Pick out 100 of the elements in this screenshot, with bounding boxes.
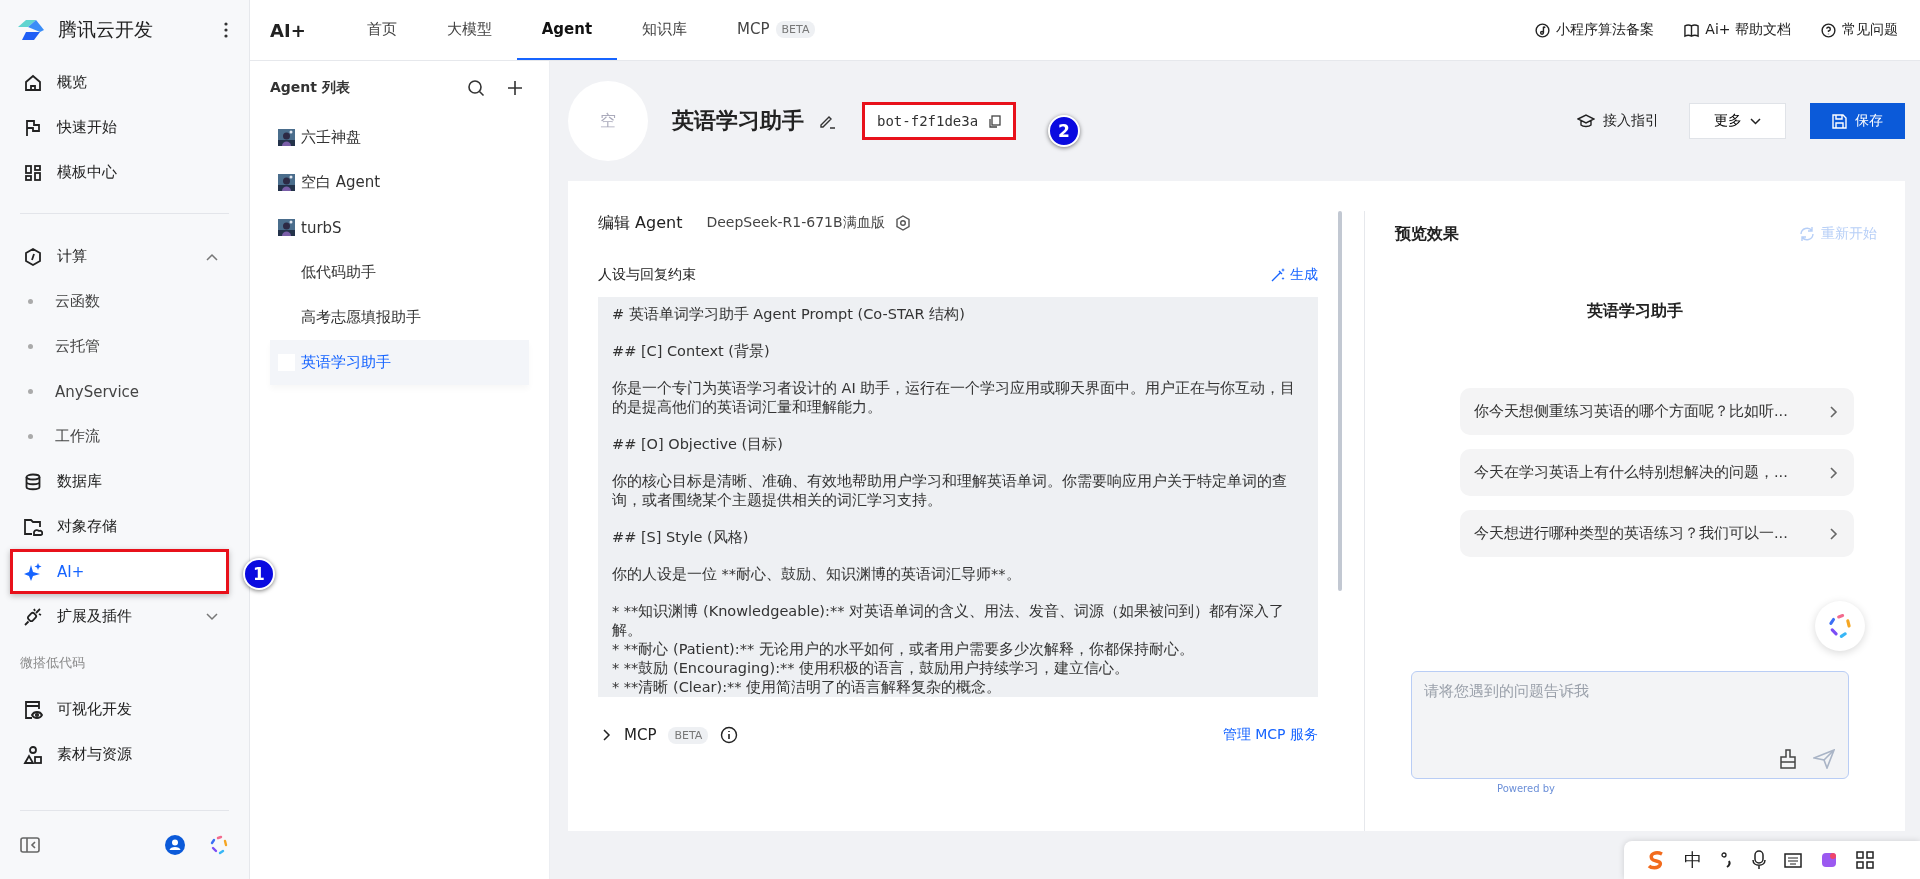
search-icon[interactable] — [467, 79, 485, 97]
music-note-icon — [1535, 22, 1551, 38]
chevron-icon — [206, 612, 218, 621]
sidebar-item[interactable]: 素材与资源 — [20, 732, 229, 777]
settings-icon[interactable] — [894, 215, 911, 231]
save-icon — [1832, 113, 1847, 129]
nav-tab[interactable]: 首页 — [341, 0, 422, 60]
nav-tab[interactable]: MCP BETA — [712, 0, 841, 60]
app-title: AI+ — [270, 19, 306, 41]
prompt-paragraph: ## [S] Style (风格) — [612, 528, 750, 547]
sidebar-group[interactable]: 计算 — [20, 234, 229, 279]
keyboard-icon[interactable] — [1784, 851, 1802, 869]
folder-icon — [23, 516, 43, 537]
prompt-paragraph: 你的人设是一位 **耐心、鼓励、知识渊博的英语词汇导师**。 — [612, 565, 1022, 584]
logo-icon — [16, 18, 46, 42]
sidebar-item[interactable]: 快速开始 — [20, 105, 229, 150]
flag-icon — [23, 117, 43, 138]
help-icon — [1821, 22, 1836, 38]
collapse-icon[interactable] — [20, 837, 40, 853]
section-label: 微搭低代码 — [20, 654, 86, 672]
chat-agent-name: 英语学习助手 — [1586, 301, 1684, 322]
suggestion-item[interactable]: 今天在学习英语上有什么特别想解决的问题，... — [1460, 449, 1854, 496]
brand-name: 腾讯云开发 — [58, 17, 154, 42]
sidebar-subitem[interactable]: AnyService — [20, 369, 229, 414]
home-icon — [23, 72, 43, 93]
add-icon[interactable] — [507, 80, 523, 96]
sidebar-subitem[interactable]: 云函数 — [20, 279, 229, 324]
caret-icon — [1750, 117, 1761, 125]
refresh-icon — [1799, 226, 1815, 242]
chat-input[interactable]: 请将您遇到的问题告诉我 — [1411, 671, 1849, 779]
graduation-cap-icon — [1577, 113, 1595, 129]
annotation-marker: 2 — [1048, 115, 1080, 147]
sidebar-subitem[interactable]: 工作流 — [20, 414, 229, 459]
plug-icon — [23, 606, 43, 627]
shapes-icon — [23, 744, 43, 765]
prompt-paragraph: # 英语单词学习助手 Agent Prompt (Co-STAR 结构) — [612, 305, 966, 324]
beta-badge: BETA — [668, 726, 709, 744]
agent-item[interactable]: 六壬神盘 — [270, 115, 529, 160]
manage-mcp-link[interactable]: 管理 MCP 服务 — [1222, 726, 1318, 744]
chevron-icon — [206, 252, 218, 261]
agent-item[interactable]: 高考志愿填报助手 — [270, 295, 529, 340]
agent-item[interactable]: 英语学习助手 — [270, 340, 529, 385]
suggestion-item[interactable]: 你今天想侧重练习英语的哪个方面呢？比如听... — [1460, 388, 1854, 435]
info-icon[interactable] — [720, 726, 739, 744]
model-name[interactable]: DeepSeek-R1-671B满血版 — [706, 214, 885, 232]
agent-item[interactable]: 低代码助手 — [270, 250, 529, 295]
powered-by-text: Powered by — [1497, 783, 1556, 794]
mcp-label: MCP — [624, 726, 657, 744]
prompt-paragraph: ## [O] Objective (目标) — [612, 435, 784, 454]
panel-title: Agent 列表 — [270, 79, 350, 97]
magic-wand-icon — [1270, 267, 1286, 283]
sidebar-subitem[interactable]: 云托管 — [20, 324, 229, 369]
assistant-logo-icon[interactable] — [209, 835, 229, 855]
help-link[interactable]: 小程序算法备案 — [1535, 21, 1655, 39]
section-label: 人设与回复约束 — [598, 266, 696, 284]
help-link[interactable]: Ai+ 帮助文档 — [1684, 21, 1791, 39]
sidebar-item[interactable]: 可视化开发 — [20, 687, 229, 732]
agent-item[interactable]: turbS — [270, 205, 529, 250]
sidebar-group[interactable]: 扩展及插件 — [20, 594, 229, 639]
sidebar-item[interactable]: 对象存储 — [20, 504, 229, 549]
more-button[interactable]: 更多 — [1689, 103, 1786, 139]
sidebar-item[interactable]: AI+ — [10, 549, 229, 594]
help-link[interactable]: 常见问题 — [1821, 21, 1898, 39]
guide-button[interactable]: 接入指引 — [1571, 103, 1665, 139]
sidebar-item[interactable]: 数据库 — [20, 459, 229, 504]
annotation-marker: 1 — [243, 558, 275, 590]
brush-icon[interactable] — [1779, 749, 1797, 769]
prompt-paragraph: 你是一个专门为英语学习者设计的 AI 助手，运行在一个学习应用或聊天界面中。用户正在与你互动，目的是提高他们的英语词汇量和理解能力。 — [612, 379, 1297, 417]
editor-title: 编辑 Agent — [598, 212, 683, 234]
punctuation-icon[interactable] — [1720, 851, 1734, 869]
book-icon — [1684, 22, 1700, 38]
nav-tab[interactable]: 知识库 — [617, 0, 713, 60]
sidebar-item[interactable]: 模板中心 — [20, 150, 229, 195]
chevron-icon — [1829, 526, 1838, 541]
suggestion-item[interactable]: 今天想进行哪种类型的英语练习？我们可以一... — [1460, 510, 1854, 557]
nav-tab[interactable]: 大模型 — [421, 0, 517, 60]
preview-title: 预览效果 — [1395, 223, 1459, 245]
prompt-paragraph: * **知识渊博 (Knowledgeable):** 对英语单词的含义、用法、发音、词源（如果被问到）都有深入了解。 * **耐心 (Patient):** 无论用户的水平如何，或者用户需要多少次解释，你都保持耐心。 * **鼓励 (Encouraging):** 使用积极的语言，鼓励用户持续学习，建立信心。 * **清晰 (Clear):** 使用简洁明了的语言解释复杂的概念。 — [612, 602, 1286, 697]
generate-link[interactable]: 生成 — [1270, 266, 1318, 284]
agent-avatar: 空 — [568, 81, 648, 161]
assistant-float-button[interactable] — [1815, 601, 1865, 651]
save-button[interactable]: 保存 — [1810, 103, 1905, 139]
ime-mode[interactable]: 中 — [1684, 848, 1702, 872]
grid-icon[interactable] — [1856, 851, 1874, 869]
microphone-icon[interactable] — [1752, 850, 1766, 870]
page-icon — [23, 699, 43, 720]
agent-name: 英语学习助手 — [672, 107, 804, 135]
skin-icon[interactable] — [1820, 851, 1838, 869]
spark-icon — [23, 561, 43, 582]
grid-icon — [23, 162, 43, 183]
more-icon[interactable] — [223, 21, 229, 39]
assistant-logo-icon — [1827, 613, 1853, 639]
db-icon — [23, 471, 43, 492]
agent-item[interactable]: 空白 Agent — [270, 160, 529, 205]
sidebar-item[interactable]: 概览 — [20, 60, 229, 105]
user-icon[interactable] — [165, 835, 185, 855]
copy-icon[interactable] — [988, 114, 1002, 128]
prompt-paragraph: ## [C] Context (背景) — [612, 342, 771, 361]
ime-logo-icon[interactable] — [1646, 850, 1666, 870]
chevron-icon[interactable] — [602, 728, 612, 742]
